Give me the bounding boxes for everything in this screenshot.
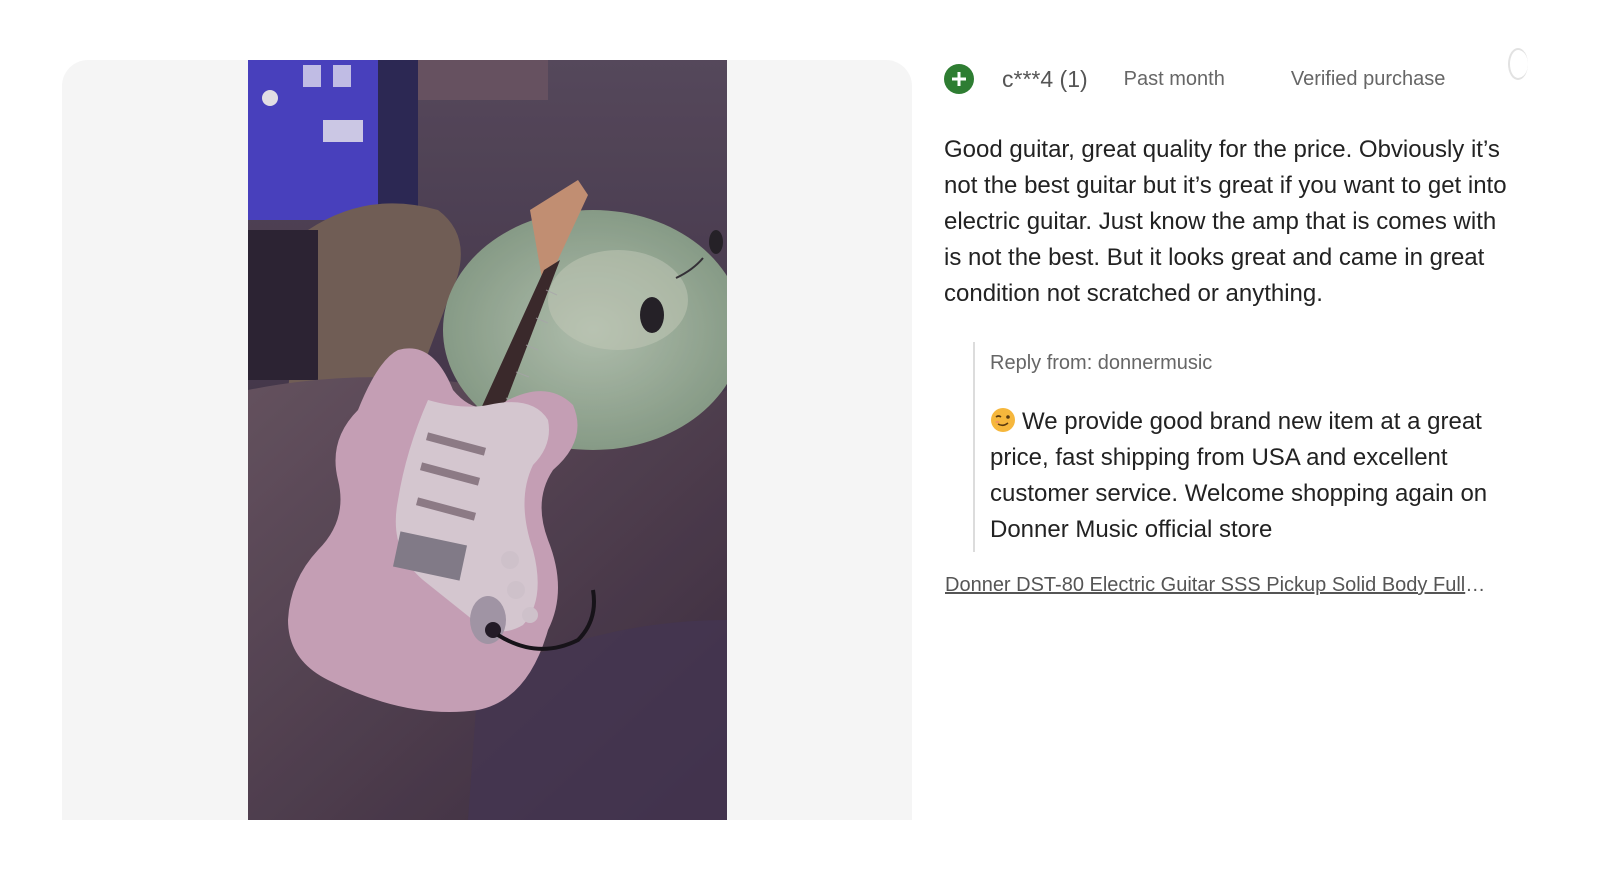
seller-reply: Reply from: donnermusic We provide good … <box>973 342 1535 552</box>
reviewer-username[interactable]: c***4 (1) <box>1002 66 1088 93</box>
reply-author: Reply from: donnermusic <box>990 352 1213 374</box>
review-card: c***4 (1) Past month Verified purchase G… <box>944 60 1544 597</box>
review-date: Past month <box>1123 67 1225 90</box>
review-image-gallery <box>62 60 912 820</box>
plus-icon <box>952 72 966 86</box>
review-header: c***4 (1) Past month Verified purchase <box>944 60 1544 98</box>
review-body: Good guitar, great quality for the price… <box>944 136 1507 307</box>
product-link[interactable]: Donner DST-80 Electric Guitar SSS Pickup… <box>945 574 1490 597</box>
winking-face-icon <box>991 408 1015 432</box>
guitar-photo-illustration <box>248 60 727 820</box>
reply-body-container: We provide good brand new item at a grea… <box>990 404 1535 552</box>
verified-purchase-badge: Verified purchase <box>1290 67 1446 90</box>
user-avatar[interactable] <box>944 64 974 94</box>
review-photo[interactable] <box>248 60 727 820</box>
reply-body: We provide good brand new item at a grea… <box>990 408 1488 543</box>
